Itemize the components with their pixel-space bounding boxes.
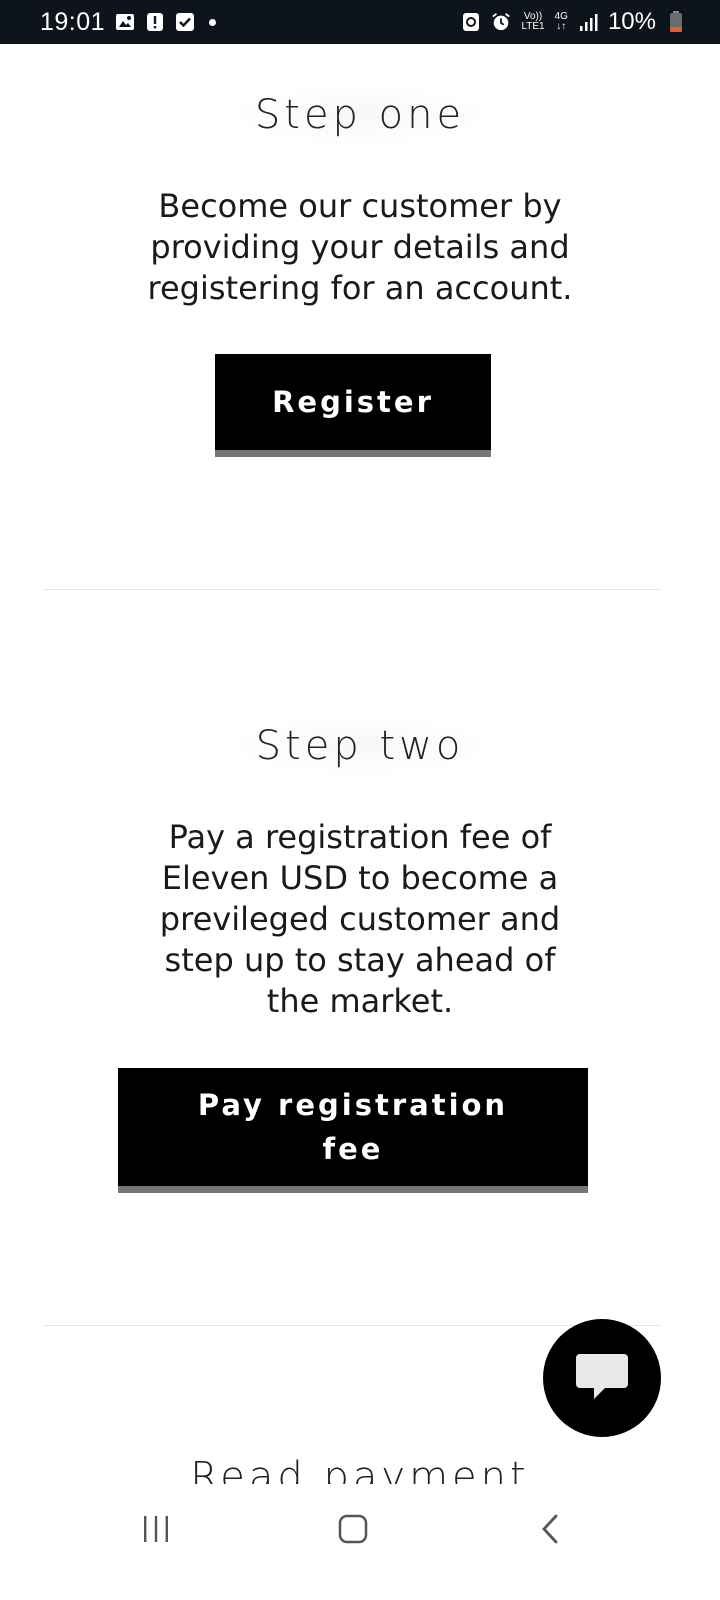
network-bottom-label: LTE1 (521, 21, 545, 32)
back-button[interactable] (520, 1506, 580, 1556)
chat-bubble-icon (574, 1351, 630, 1405)
section-divider (44, 1325, 662, 1326)
step-two-line-3: previleged customer and (159, 900, 561, 938)
home-icon (337, 1513, 369, 1549)
register-button[interactable]: Register (215, 354, 491, 457)
pay-button-label-line-1: Pay registration (197, 1088, 509, 1122)
gallery-icon (115, 12, 135, 32)
network-type: 4G ↓↑ (554, 11, 568, 32)
status-time: 19:01 (40, 7, 106, 36)
step-two-line-4: step up to stay ahead of (164, 941, 556, 979)
system-nav-bar (0, 1484, 720, 1600)
step-one-line-1: Become our customer by (158, 187, 562, 225)
network-type-label: 4G (554, 11, 568, 22)
sync-icon (461, 12, 481, 32)
section-divider (44, 589, 662, 590)
step-one-title: Step one (0, 86, 720, 144)
step-two-line-2: Eleven USD to become a (161, 859, 559, 897)
network-volte: Vo)) LTE1 (521, 12, 544, 32)
step-two-description: Pay a registration fee of Eleven USD to … (0, 817, 720, 1022)
step-one-title-text: Step one (232, 86, 488, 144)
step-one-description: Become our customer by providing your de… (0, 186, 720, 309)
status-bar-left: 19:01 (40, 7, 217, 37)
battery-level: 10% (607, 8, 656, 35)
register-button-label: Register (272, 385, 434, 419)
chat-button[interactable] (543, 1319, 661, 1437)
back-icon (538, 1513, 562, 1549)
page-content: Step one Become our customer by providin… (0, 44, 720, 1484)
pay-button-label-line-2: fee (322, 1132, 384, 1166)
step-two-title-text: Step two (233, 717, 487, 775)
step-two-title: Step two (0, 717, 720, 775)
recents-button[interactable] (126, 1506, 186, 1556)
battery-icon (666, 11, 686, 32)
dot-icon (209, 18, 217, 26)
status-bar-right: Vo)) LTE1 4G ↓↑ 10% (461, 8, 686, 36)
step-two-line-5: the market. (266, 982, 454, 1020)
alarm-icon (491, 12, 511, 32)
alert-icon (145, 12, 165, 32)
status-bar: 19:01 Vo)) LTE1 4G ↓↑ 10% (0, 0, 720, 44)
signal-icon (578, 12, 598, 32)
check-icon (175, 12, 195, 32)
recents-icon (141, 1514, 171, 1548)
step-two-line-1: Pay a registration fee of (168, 818, 552, 856)
step-three-title-partial: Read payment (190, 1454, 530, 1484)
step-one-line-2: providing your details and (150, 228, 570, 266)
step-one-line-3: registering for an account. (147, 269, 573, 307)
home-button[interactable] (323, 1506, 383, 1556)
pay-registration-fee-button[interactable]: Pay registration fee (118, 1068, 588, 1193)
